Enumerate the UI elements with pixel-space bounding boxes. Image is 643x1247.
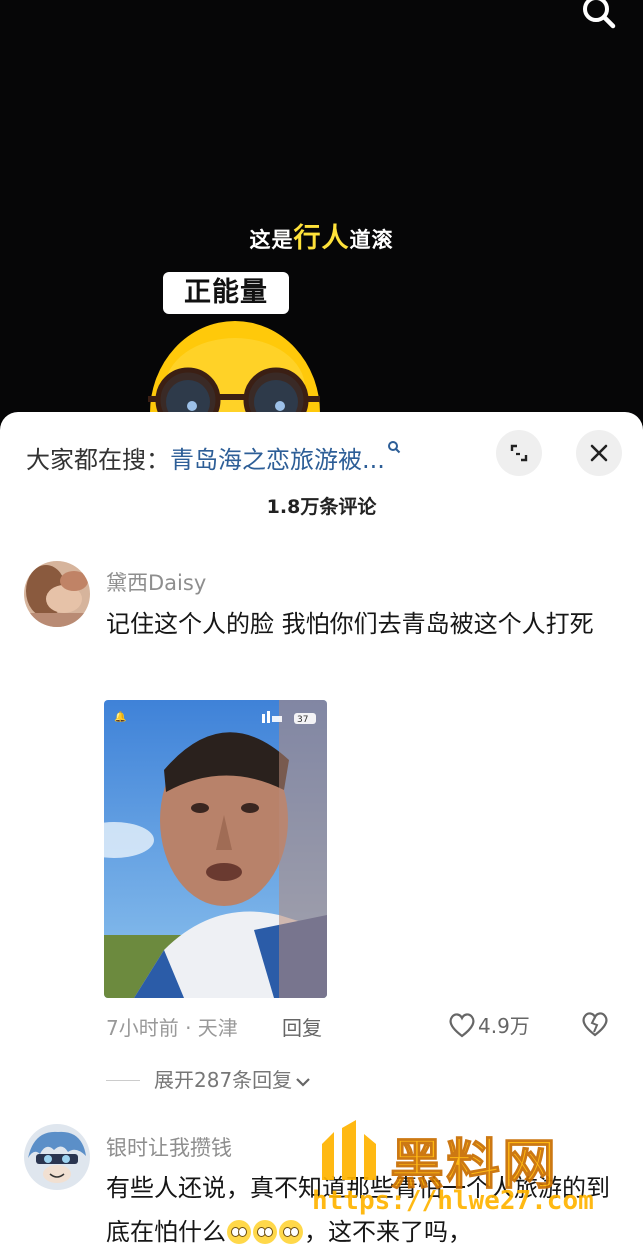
avatar[interactable] (24, 1124, 90, 1190)
mascot-character-image (148, 321, 320, 420)
like-button[interactable]: 4.9万 (448, 1010, 530, 1039)
flushed-emoji-icon (253, 1220, 277, 1244)
avatar-image (24, 561, 90, 627)
comment-sheet: 大家都在搜：青岛海之恋旅游被... 1.8万条评论 黛西Daisy 记住这个人的… (0, 412, 643, 1247)
watermark-logo-icon (322, 1120, 376, 1180)
hot-search-label: 大家都在搜： (26, 446, 170, 474)
watermark-url: https://hlwe27.com (312, 1186, 594, 1216)
caption-pre: 这是 (249, 228, 294, 252)
flushed-emoji-icon (279, 1220, 303, 1244)
battery-level: 37 (297, 715, 308, 725)
heart-icon (449, 1013, 475, 1038)
search-icon (387, 441, 401, 454)
hot-search-term[interactable]: 青岛海之恋旅游被... (170, 446, 385, 474)
reply-button[interactable]: 回复 (282, 1012, 322, 1041)
chevron-down-icon (296, 1078, 310, 1087)
expand-replies-button[interactable]: 展开287条回复 (106, 1064, 312, 1093)
positive-energy-badge: 正能量 (163, 272, 289, 314)
close-icon (590, 444, 608, 462)
comment-image[interactable]: 🔔 37 (104, 700, 327, 998)
svg-text:🔔: 🔔 (114, 711, 126, 723)
search-button[interactable] (576, 0, 620, 34)
expand-replies-label: 展开287条回复 (154, 1068, 293, 1092)
comment-username[interactable]: 黛西Daisy (106, 567, 206, 597)
comment-meta: 7小时前 · 天津 (106, 1016, 238, 1040)
caption-highlight: 行人 (293, 223, 350, 254)
hot-search-bar[interactable]: 大家都在搜：青岛海之恋旅游被... (26, 440, 401, 475)
like-count: 4.9万 (478, 1014, 530, 1038)
video-player[interactable]: 这是行人道滚 正能量 (0, 0, 643, 420)
watermark: 黑料网 https://hlwe27.com (308, 1120, 608, 1230)
search-icon (583, 0, 616, 29)
avatar-image (24, 1124, 90, 1190)
comment-count: 1.8万条评论 (266, 496, 377, 518)
video-caption: 这是行人道滚 (0, 216, 643, 255)
caption-post: 道滚 (349, 228, 394, 252)
avatar[interactable] (24, 561, 90, 627)
expand-icon (510, 444, 528, 462)
comment-text: 记住这个人的脸 我怕你们去青岛被这个人打死 (106, 610, 594, 638)
dislike-button[interactable] (580, 1010, 610, 1042)
broken-heart-icon (582, 1012, 608, 1037)
expand-button[interactable] (496, 430, 542, 476)
comment-username[interactable]: 银时让我攒钱 (106, 1132, 232, 1162)
close-button[interactable] (576, 430, 622, 476)
divider-line (106, 1080, 140, 1081)
flushed-emoji-icon (227, 1220, 251, 1244)
